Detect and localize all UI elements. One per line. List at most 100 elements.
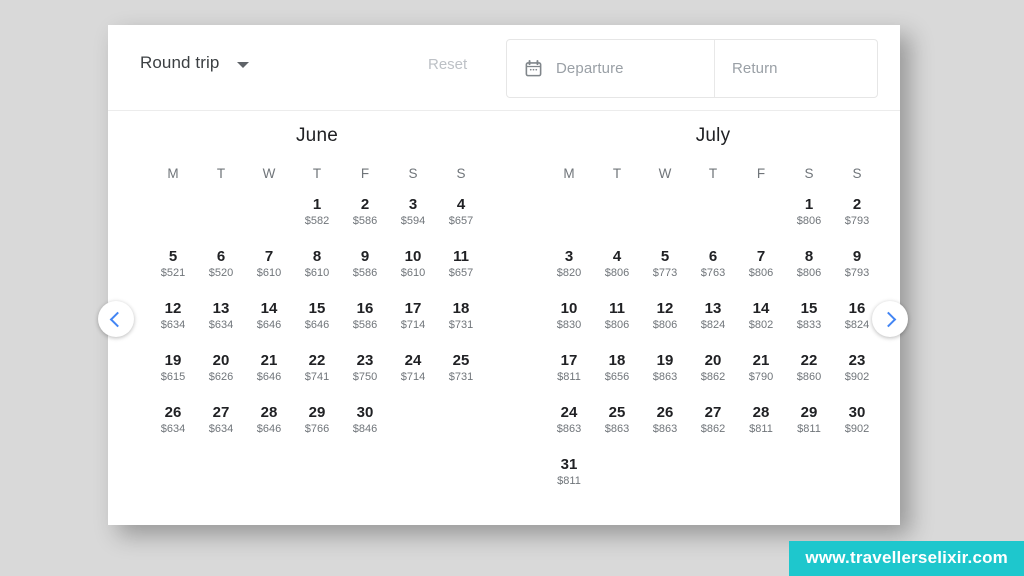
day-cell[interactable]: 1 $582 [293, 195, 341, 236]
day-cell[interactable]: 4 $806 [593, 247, 641, 288]
day-cell[interactable]: 11 $657 [437, 247, 485, 288]
day-cell[interactable]: 30 $846 [341, 403, 389, 444]
day-cell[interactable]: 17 $714 [389, 299, 437, 340]
day-number: 27 [212, 404, 230, 421]
day-cell[interactable]: 4 $657 [437, 195, 485, 236]
day-cell[interactable]: 10 $830 [545, 299, 593, 340]
reset-button[interactable]: Reset [428, 56, 467, 73]
day-cell[interactable]: 14 $646 [245, 299, 293, 340]
day-cell[interactable]: 21 $790 [737, 351, 785, 392]
weekday-label: S [408, 166, 418, 181]
previous-month-button[interactable] [98, 301, 134, 337]
day-cell[interactable]: 26 $634 [149, 403, 197, 444]
day-cell[interactable]: 21 $646 [245, 351, 293, 392]
day-price: $646 [304, 319, 330, 331]
day-cell[interactable]: 16 $586 [341, 299, 389, 340]
day-cell[interactable]: 11 $806 [593, 299, 641, 340]
day-price: $763 [700, 267, 726, 279]
day-cell[interactable]: 28 $646 [245, 403, 293, 444]
day-price: $773 [652, 267, 678, 279]
day-cell[interactable]: 24 $714 [389, 351, 437, 392]
day-cell[interactable]: 18 $731 [437, 299, 485, 340]
day-price: $863 [604, 423, 630, 435]
empty-day-cell [545, 195, 593, 236]
departure-field[interactable]: Departure [507, 40, 715, 97]
day-number: 24 [560, 404, 578, 421]
day-cell[interactable]: 18 $656 [593, 351, 641, 392]
day-price: $820 [556, 267, 582, 279]
day-cell[interactable]: 20 $862 [689, 351, 737, 392]
day-cell[interactable]: 2 $586 [341, 195, 389, 236]
day-cell[interactable]: 29 $766 [293, 403, 341, 444]
day-cell[interactable]: 23 $750 [341, 351, 389, 392]
day-cell[interactable]: 9 $586 [341, 247, 389, 288]
day-price: $646 [256, 423, 282, 435]
watermark: www.travellerselixir.com [789, 541, 1024, 576]
day-cell[interactable]: 7 $610 [245, 247, 293, 288]
day-cell[interactable]: 23 $902 [833, 351, 881, 392]
day-cell[interactable]: 5 $773 [641, 247, 689, 288]
day-cell[interactable]: 2 $793 [833, 195, 881, 236]
day-cell[interactable]: 20 $626 [197, 351, 245, 392]
day-cell[interactable]: 31 $811 [545, 455, 593, 496]
day-cell[interactable]: 22 $741 [293, 351, 341, 392]
day-cell[interactable]: 3 $594 [389, 195, 437, 236]
day-cell[interactable]: 22 $860 [785, 351, 833, 392]
day-price: $714 [400, 319, 426, 331]
day-price: $634 [160, 319, 186, 331]
day-number: 6 [708, 248, 718, 265]
next-month-button[interactable] [872, 301, 908, 337]
day-cell[interactable]: 8 $806 [785, 247, 833, 288]
chevron-left-icon [109, 311, 126, 327]
day-cell[interactable]: 30 $902 [833, 403, 881, 444]
day-cell[interactable]: 12 $806 [641, 299, 689, 340]
day-cell[interactable]: 25 $731 [437, 351, 485, 392]
day-cell[interactable]: 29 $811 [785, 403, 833, 444]
day-cell[interactable]: 8 $610 [293, 247, 341, 288]
day-cell[interactable]: 9 $793 [833, 247, 881, 288]
weekday-label: M [167, 166, 179, 181]
day-cell[interactable]: 15 $833 [785, 299, 833, 340]
day-cell[interactable]: 12 $634 [149, 299, 197, 340]
day-number: 4 [456, 196, 466, 213]
day-cell[interactable]: 24 $863 [545, 403, 593, 444]
trip-type-dropdown[interactable]: Round trip [140, 53, 250, 73]
day-cell[interactable]: 19 $863 [641, 351, 689, 392]
day-cell[interactable]: 25 $863 [593, 403, 641, 444]
day-cell[interactable]: 26 $863 [641, 403, 689, 444]
day-cell[interactable]: 6 $520 [197, 247, 245, 288]
week-row: 26 $634 27 $634 28 $646 29 $766 30 $846 [108, 403, 504, 444]
day-cell[interactable]: 27 $634 [197, 403, 245, 444]
day-cell[interactable]: 28 $811 [737, 403, 785, 444]
day-price: $626 [208, 371, 234, 383]
day-cell[interactable]: 5 $521 [149, 247, 197, 288]
day-price: $646 [256, 319, 282, 331]
empty-day-cell [737, 195, 785, 236]
day-cell[interactable]: 19 $615 [149, 351, 197, 392]
day-price: $806 [604, 267, 630, 279]
day-price: $610 [400, 267, 426, 279]
day-cell[interactable]: 1 $806 [785, 195, 833, 236]
week-row: 10 $830 11 $806 12 $806 13 $824 14 $802 15 $833 16 $8… [504, 299, 900, 340]
day-number: 30 [848, 404, 866, 421]
day-cell[interactable]: 17 $811 [545, 351, 593, 392]
day-cell[interactable]: 15 $646 [293, 299, 341, 340]
empty-day-cell [641, 455, 689, 496]
day-price: $521 [160, 267, 186, 279]
day-cell[interactable]: 13 $824 [689, 299, 737, 340]
day-number: 4 [612, 248, 622, 265]
day-cell[interactable]: 7 $806 [737, 247, 785, 288]
weekday-label: T [612, 166, 622, 181]
day-number: 21 [752, 352, 770, 369]
day-cell[interactable]: 14 $802 [737, 299, 785, 340]
return-field[interactable]: Return [715, 40, 877, 97]
day-cell[interactable]: 6 $763 [689, 247, 737, 288]
day-cell[interactable]: 10 $610 [389, 247, 437, 288]
day-cell[interactable]: 13 $634 [197, 299, 245, 340]
day-number: 26 [164, 404, 182, 421]
day-cell[interactable]: 27 $862 [689, 403, 737, 444]
day-price: $830 [556, 319, 582, 331]
day-cell[interactable]: 3 $820 [545, 247, 593, 288]
day-number: 5 [168, 248, 178, 265]
day-price: $811 [797, 423, 821, 435]
